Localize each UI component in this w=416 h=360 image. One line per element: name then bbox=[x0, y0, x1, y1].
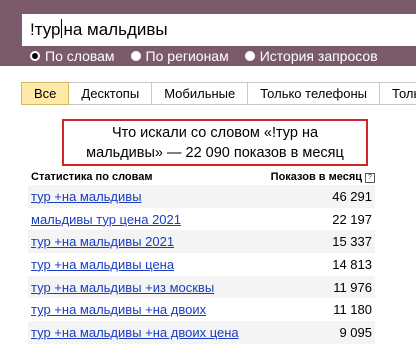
radio-by-words[interactable]: По словам bbox=[30, 48, 115, 64]
impressions-count: 15 337 bbox=[332, 234, 372, 250]
radio-label: По регионам bbox=[145, 48, 229, 64]
radio-by-regions[interactable]: По регионам bbox=[130, 48, 229, 64]
impressions-count: 46 291 bbox=[332, 188, 372, 204]
radio-label: История запросов bbox=[259, 48, 378, 64]
table-header: Статистика по словам Показов в месяц? bbox=[28, 169, 375, 185]
keyword-link[interactable]: тур +на мальдивы +из москвы bbox=[31, 280, 214, 295]
stats-table: Статистика по словам Показов в месяц? ту… bbox=[28, 169, 375, 344]
summary-line-1: Что искали со словом «!тур на bbox=[111, 125, 319, 141]
summary-line-2: мальдивы» — 22 090 показов в месяц bbox=[86, 145, 344, 161]
impressions-count: 22 197 bbox=[332, 211, 372, 227]
table-body: тур +на мальдивы 46 291 мальдивы тур цен… bbox=[28, 185, 375, 344]
radio-query-history[interactable]: История запросов bbox=[244, 48, 378, 64]
table-row: тур +на мальдивы +из москвы 11 976 bbox=[28, 275, 375, 299]
tab-mobile[interactable]: Мобильные bbox=[152, 82, 249, 105]
keyword-link[interactable]: тур +на мальдивы +на двоих bbox=[31, 302, 206, 317]
keyword-link[interactable]: тур +на мальдивы +на двоих цена bbox=[31, 325, 239, 340]
summary-highlight: Что искали со словом «!тур на мальдивы» … bbox=[62, 119, 368, 166]
table-row: тур +на мальдивы цена 14 813 bbox=[28, 253, 375, 276]
table-row: тур +на мальдивы +на двоих цена 9 095 bbox=[28, 321, 375, 344]
keyword-link[interactable]: тур +на мальдивы цена bbox=[31, 257, 174, 272]
tab-all[interactable]: Все bbox=[21, 82, 70, 105]
impressions-count: 9 095 bbox=[339, 324, 372, 340]
table-row: тур +на мальдивы +на двоих 11 180 bbox=[28, 298, 375, 321]
impressions-count: 11 976 bbox=[333, 279, 372, 295]
search-input[interactable]: !тур на мальдивы bbox=[22, 14, 416, 46]
table-row: мальдивы тур цена 2021 22 197 bbox=[28, 208, 375, 231]
table-row: тур +на мальдивы 2021 15 337 bbox=[28, 230, 375, 254]
impressions-count: 11 180 bbox=[333, 302, 372, 318]
radio-label: По словам bbox=[45, 48, 115, 64]
table-row: тур +на мальдивы 46 291 bbox=[28, 185, 375, 208]
impressions-count: 14 813 bbox=[332, 256, 372, 272]
column-header-impressions-label: Показов в месяц bbox=[270, 171, 362, 183]
help-icon[interactable]: ? bbox=[365, 173, 375, 183]
keyword-link[interactable]: тур +на мальдивы bbox=[31, 189, 142, 204]
query-text-after-caret: на мальдивы bbox=[63, 20, 168, 39]
device-tabs: Все Десктопы Мобильные Только телефоны Т… bbox=[21, 82, 416, 105]
keyword-link[interactable]: мальдивы тур цена 2021 bbox=[31, 212, 181, 227]
tab-tablets-only[interactable]: Только планшеты bbox=[380, 82, 416, 105]
column-header-impressions: Показов в месяц? bbox=[271, 171, 375, 183]
search-header: !тур на мальдивы По словам По регионам Ис… bbox=[0, 0, 416, 66]
radio-unchecked-icon[interactable] bbox=[130, 51, 141, 61]
keyword-link[interactable]: тур +на мальдивы 2021 bbox=[31, 234, 174, 249]
tab-phones-only[interactable]: Только телефоны bbox=[248, 82, 381, 105]
query-text-before-caret: !тур bbox=[30, 20, 61, 39]
column-header-keywords: Статистика по словам bbox=[31, 171, 153, 183]
tab-desktops[interactable]: Десктопы bbox=[69, 82, 153, 105]
radio-checked-icon[interactable] bbox=[30, 51, 40, 61]
mode-radio-group: По словам По регионам История запросов bbox=[30, 47, 378, 65]
radio-unchecked-icon[interactable] bbox=[244, 51, 255, 61]
